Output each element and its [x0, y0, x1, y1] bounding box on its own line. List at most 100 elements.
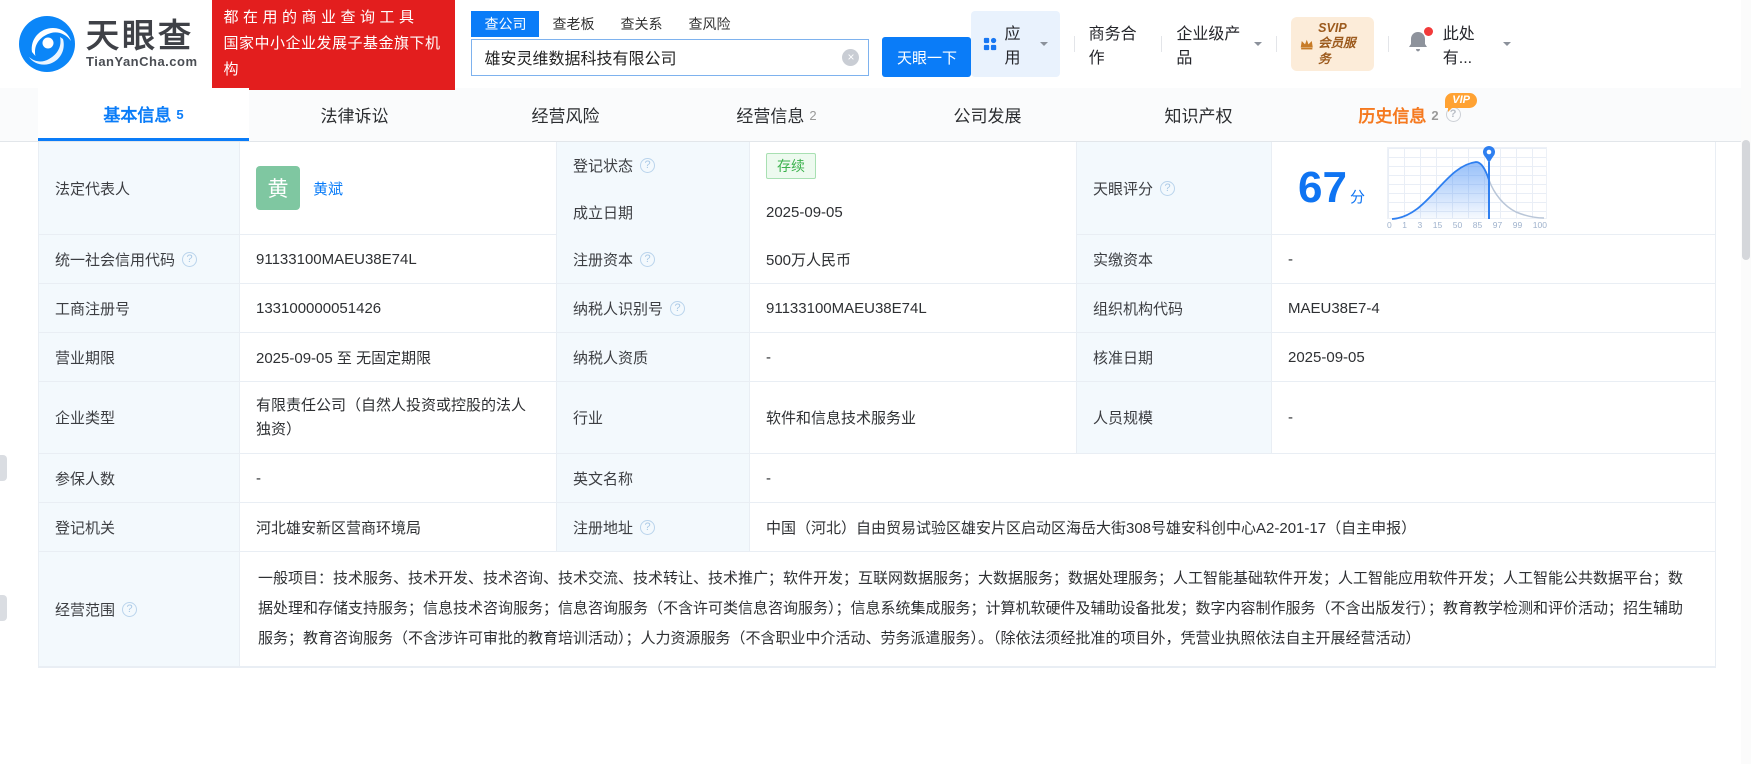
insured-count-label: 参保人数 — [39, 454, 239, 502]
score-curve — [1391, 145, 1544, 220]
chevron-down-icon — [1503, 42, 1512, 50]
score-number: 67 分 — [1298, 163, 1365, 212]
tab-history-info[interactable]: VIP 历史信息 2 — [1304, 88, 1515, 141]
help-icon[interactable] — [670, 300, 686, 316]
scrollbar-thumb[interactable] — [1742, 140, 1750, 260]
reg-number-label: 工商注册号 — [39, 284, 239, 332]
business-cooperation-link[interactable]: 商务合作 — [1089, 20, 1148, 68]
company-type-label: 企业类型 — [39, 382, 239, 453]
brand-domain: TianYanCha.com — [86, 53, 198, 69]
help-icon[interactable] — [640, 519, 656, 535]
tab-label: 法律诉讼 — [320, 107, 389, 126]
paid-capital-value: - — [1271, 235, 1715, 283]
search-button[interactable]: 天眼一下 — [882, 37, 972, 77]
insured-count-value: - — [239, 454, 556, 502]
basic-info-table: 法定代表人 黄 黄斌 登记状态 存续 天眼评分 67分 — [38, 142, 1716, 668]
enterprise-products-link[interactable]: 企业级产品 — [1176, 20, 1262, 68]
search-tab-relation[interactable]: 查关系 — [607, 11, 675, 37]
svip-member-button[interactable]: SVIP 会员服务 — [1290, 16, 1374, 72]
notification-bell-icon[interactable] — [1407, 26, 1433, 59]
tab-label: 经营风险 — [531, 107, 600, 126]
company-type-value: 有限责任公司（自然人投资或控股的法人独资） — [239, 382, 556, 453]
taxpayer-id-value: 91133100MAEU38E74L — [749, 284, 1076, 332]
tianyancha-logo[interactable]: 天眼查 TianYanCha.com — [18, 15, 198, 73]
search-tabs: 查公司 查老板 查关系 查风险 — [471, 11, 971, 37]
tab-basic-info[interactable]: 基本信息 5 — [38, 88, 249, 141]
search-input[interactable] — [471, 38, 870, 76]
reg-authority-label: 登记机关 — [39, 503, 239, 551]
reg-address-label: 注册地址 — [556, 503, 749, 551]
tab-label: 基本信息 — [103, 105, 172, 125]
crown-icon — [1300, 39, 1313, 50]
scrollbar-track — [1741, 0, 1751, 764]
tab-count: 2 — [1431, 108, 1439, 123]
table-row: 经营范围 一般项目：技术服务、技术开发、技术咨询、技术交流、技术转让、技术推广；… — [39, 552, 1715, 667]
taxpayer-id-label: 纳税人识别号 — [556, 284, 749, 332]
business-term-value: 2025-09-05 至 无固定期限 — [239, 333, 556, 381]
table-row: 营业期限 2025-09-05 至 无固定期限 纳税人资质 - 核准日期 202… — [39, 333, 1715, 382]
score-distribution-chart: 0 1 3 15 50 85 97 99 100 — [1386, 145, 1549, 230]
status-badge: 存续 — [766, 152, 816, 179]
slogan-badge: 都在用的商业查询工具 国家中小企业发展子基金旗下机构 — [211, 0, 456, 91]
section-tabbar: 基本信息 5 法律诉讼 经营风险 经营信息 2 公司发展 知识产权 VIP 历史… — [0, 88, 1751, 142]
help-icon[interactable] — [1160, 180, 1176, 196]
brand-name: 天眼查 — [86, 17, 194, 55]
search-tab-boss[interactable]: 查老板 — [539, 11, 607, 37]
score-label: 天眼评分 — [1076, 142, 1271, 234]
approval-date-value: 2025-09-05 — [1271, 333, 1715, 381]
tab-label: 公司发展 — [953, 107, 1022, 126]
tab-label: 经营信息 — [736, 107, 805, 126]
table-row: 参保人数 - 英文名称 - — [39, 454, 1715, 503]
avatar[interactable]: 黄 — [256, 166, 300, 210]
search-tab-risk[interactable]: 查风险 — [675, 11, 743, 37]
apps-menu[interactable]: 应用 — [971, 11, 1060, 77]
legal-rep-value: 黄 黄斌 — [239, 142, 556, 234]
slogan-line2: 国家中小企业发展子基金旗下机构 — [223, 34, 441, 79]
tab-count: 2 — [809, 108, 817, 123]
apps-grid-icon — [984, 37, 997, 51]
left-edge-handle[interactable] — [0, 455, 7, 481]
clear-icon[interactable] — [842, 48, 860, 66]
english-name-label: 英文名称 — [556, 454, 749, 502]
table-row: 法定代表人 黄 黄斌 登记状态 存续 天眼评分 67分 — [39, 142, 1715, 236]
reg-status-label: 登记状态 — [556, 142, 749, 190]
help-icon[interactable] — [640, 158, 656, 173]
tab-operating-risk[interactable]: 经营风险 — [460, 88, 671, 141]
paid-capital-label: 实缴资本 — [1076, 235, 1271, 283]
table-row: 企业类型 有限责任公司（自然人投资或控股的法人独资） 行业 软件和信息技术服务业… — [39, 382, 1715, 454]
table-row: 统一社会信用代码 91133100MAEU38E74L 注册资本 500万人民币… — [39, 235, 1715, 284]
table-row: 登记机关 河北雄安新区营商环境局 注册地址 中国（河北）自由贸易试验区雄安片区启… — [39, 503, 1715, 552]
reg-status-value: 存续 — [749, 142, 1076, 190]
taxpayer-quality-value: - — [749, 333, 1076, 381]
tab-intellectual-property[interactable]: 知识产权 — [1093, 88, 1304, 141]
business-scope-label: 经营范围 — [39, 552, 239, 666]
left-edge-handle[interactable] — [0, 595, 7, 621]
approval-date-label: 核准日期 — [1076, 333, 1271, 381]
business-term-label: 营业期限 — [39, 333, 239, 381]
account-menu[interactable]: 此处有... — [1442, 20, 1512, 68]
divider — [1275, 36, 1277, 52]
slogan-line1: 都在用的商业查询工具 — [223, 8, 419, 26]
tab-company-development[interactable]: 公司发展 — [882, 88, 1093, 141]
divider — [1073, 36, 1075, 52]
top-header: 天眼查 TianYanCha.com 都在用的商业查询工具 国家中小企业发展子基… — [0, 0, 1751, 91]
help-icon[interactable] — [640, 251, 656, 267]
divider — [1387, 36, 1389, 52]
search-area: 查公司 查老板 查关系 查风险 天眼一下 — [471, 11, 972, 77]
tab-legal-proceedings[interactable]: 法律诉讼 — [249, 88, 460, 141]
legal-rep-name-link[interactable]: 黄斌 — [313, 178, 343, 199]
help-icon[interactable] — [182, 251, 198, 267]
reg-capital-label: 注册资本 — [556, 235, 749, 283]
reg-number-value: 133100000051426 — [239, 284, 556, 332]
tab-label: 历史信息 — [1358, 107, 1427, 126]
taxpayer-quality-label: 纳税人资质 — [556, 333, 749, 381]
search-tab-company[interactable]: 查公司 — [471, 11, 540, 37]
org-code-label: 组织机构代码 — [1076, 284, 1271, 332]
help-icon[interactable] — [122, 601, 138, 617]
org-code-value: MAEU38E7-4 — [1271, 284, 1715, 332]
tab-business-info[interactable]: 经营信息 2 — [671, 88, 882, 141]
account-label: 此处有... — [1442, 26, 1475, 67]
english-name-value: - — [749, 454, 1715, 502]
staff-size-label: 人员规模 — [1076, 382, 1271, 453]
reg-address-value: 中国（河北）自由贸易试验区雄安片区启动区海岳大街308号雄安科创中心A2-201… — [749, 503, 1715, 551]
